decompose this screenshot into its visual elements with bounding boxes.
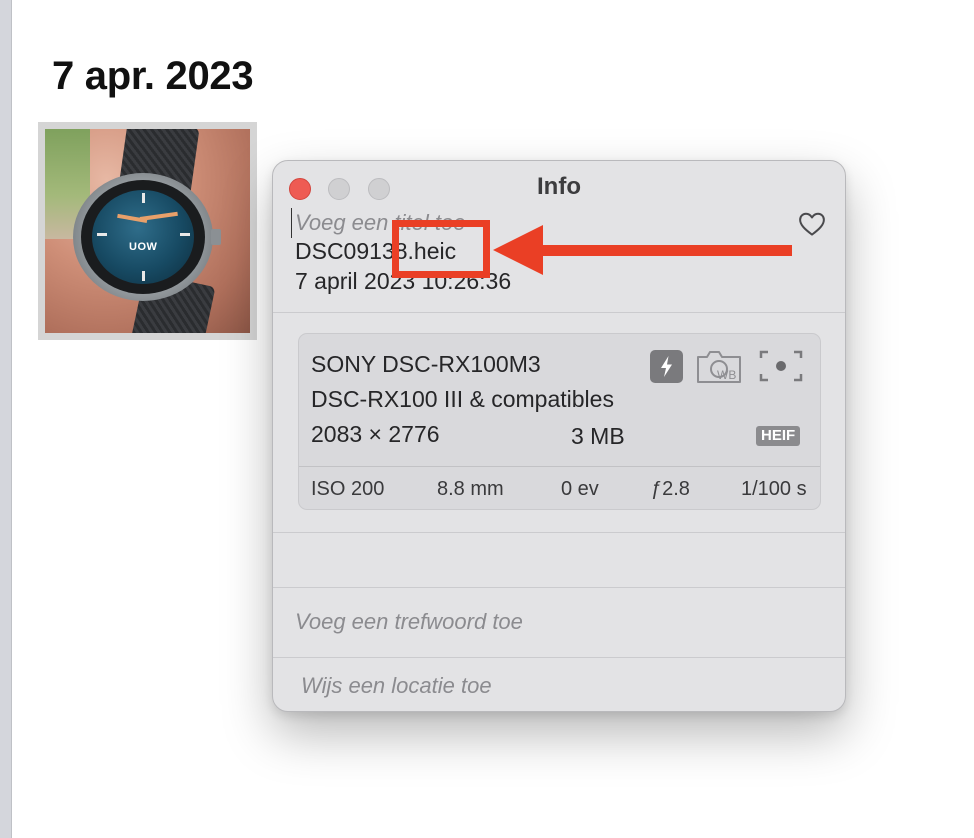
image-dimensions: 2083 × 2776: [311, 421, 440, 447]
highlight-box: [392, 220, 490, 278]
flash-icon: [650, 350, 683, 383]
watch-logo: UOW: [129, 241, 158, 253]
heart-icon[interactable]: [797, 209, 827, 239]
iso-value: ISO 200: [311, 478, 385, 500]
sidebar-edge: [0, 0, 12, 838]
format-badge: HEIF: [756, 426, 801, 446]
annotation-arrow-head: [493, 225, 543, 275]
panel-title: Info: [537, 173, 581, 200]
exif-row: ISO 200 8.8 mm 0 ev ƒ2.8 1/100 s: [299, 466, 820, 511]
shutter-value: 1/100 s: [741, 478, 807, 500]
divider: [273, 312, 845, 313]
photo-thumbnail[interactable]: UOW: [38, 122, 257, 340]
file-size: 3 MB: [571, 423, 625, 449]
white-balance-icon: WB: [697, 351, 741, 383]
location-field[interactable]: Wijs een locatie toe: [301, 673, 821, 699]
metering-icon: [759, 350, 803, 382]
annotation-arrow: [540, 245, 792, 256]
exposure-bias-value: 0 ev: [561, 478, 599, 500]
divider: [273, 657, 845, 658]
divider: [273, 587, 845, 588]
camera-model: SONY DSC-RX100M3: [311, 351, 541, 377]
photo-image: UOW: [45, 129, 250, 333]
date-heading: 7 apr. 2023: [52, 54, 254, 98]
divider: [273, 532, 845, 533]
aperture-value: ƒ2.8: [651, 478, 690, 500]
svg-text:WB: WB: [717, 368, 736, 382]
focal-length-value: 8.8 mm: [437, 478, 504, 500]
keyword-field[interactable]: Voeg een trefwoord toe: [295, 609, 815, 635]
exif-card: SONY DSC-RX100M3 DSC-RX100 III & compati…: [298, 333, 821, 510]
lens-name: DSC-RX100 III & compatibles: [311, 386, 614, 412]
info-panel: Info DSC09138.heic 7 april 2023 10:26:36…: [272, 160, 846, 712]
